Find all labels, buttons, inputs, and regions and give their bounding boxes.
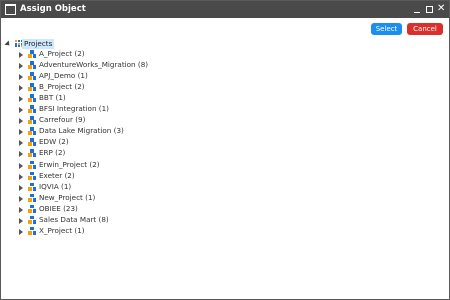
select-button[interactable]: Select — [371, 23, 402, 35]
tree-item[interactable]: IQVIA (1) — [5, 182, 205, 193]
caret-right-icon[interactable] — [19, 118, 23, 125]
caret-right-icon[interactable] — [19, 151, 23, 158]
cancel-button[interactable]: Cancel — [407, 23, 443, 35]
caret-right-icon[interactable] — [19, 140, 23, 147]
title-bar: Assign Object ✕ — [1, 1, 449, 18]
tree-item-label[interactable]: Sales Data Mart (8) — [39, 215, 109, 225]
caret-right-icon[interactable] — [19, 217, 23, 224]
caret-right-icon[interactable] — [19, 206, 23, 213]
project-icon — [28, 72, 36, 81]
tree-item[interactable]: OBIEE (23) — [5, 204, 205, 215]
tree-item-label[interactable]: EDW (2) — [39, 137, 69, 147]
caret-right-icon[interactable] — [19, 162, 23, 169]
tree-item[interactable]: Carrefour (9) — [5, 115, 205, 126]
caret-right-icon[interactable] — [19, 52, 23, 58]
tree-item[interactable]: BFSI Integration (1) — [5, 104, 205, 115]
caret-right-icon[interactable] — [19, 228, 23, 235]
tree-item-label[interactable]: Exeter (2) — [39, 171, 75, 181]
tree-item[interactable]: APJ_Demo (1) — [5, 71, 205, 82]
project-icon — [28, 94, 36, 103]
minimize-icon — [414, 11, 420, 13]
project-icon — [28, 204, 36, 213]
tree-item-label[interactable]: BBT (1) — [39, 93, 66, 103]
caret-expanded-icon[interactable] — [4, 40, 12, 48]
tree-root[interactable]: Projects — [4, 39, 125, 49]
tree-item[interactable]: ERP (2) — [5, 148, 205, 159]
tree-item-label[interactable]: IQVIA (1) — [39, 182, 71, 192]
caret-right-icon[interactable] — [19, 96, 23, 103]
project-icon — [28, 127, 36, 136]
tree-item[interactable]: B_Project (2) — [5, 82, 205, 93]
tree-item-label[interactable]: Erwin_Project (2) — [39, 160, 100, 170]
maximize-icon — [426, 6, 433, 13]
project-icon — [28, 50, 36, 58]
tree-item-label[interactable]: Data Lake Migration (3) — [39, 126, 124, 136]
project-icon — [28, 160, 36, 169]
tree-item-label[interactable]: B_Project (2) — [39, 82, 85, 92]
tree-item-label[interactable]: ERP (2) — [39, 148, 65, 158]
caret-right-icon[interactable] — [19, 107, 23, 114]
project-icon — [28, 215, 36, 224]
project-icon — [28, 149, 36, 158]
caret-right-icon[interactable] — [19, 85, 23, 92]
project-icon — [28, 105, 36, 114]
tree-item[interactable]: EDW (2) — [5, 137, 205, 148]
tree-item[interactable]: Exeter (2) — [5, 171, 205, 182]
project-icon — [28, 116, 36, 125]
caret-right-icon[interactable] — [19, 184, 23, 191]
caret-right-icon[interactable] — [19, 173, 23, 180]
project-icon — [28, 61, 36, 70]
caret-right-icon[interactable] — [19, 195, 23, 202]
tree-root-label[interactable]: Projects — [22, 39, 55, 49]
tree-item[interactable]: Erwin_Project (2) — [5, 160, 205, 171]
assign-object-dialog: Assign Object ✕ Select Cancel Projects A… — [0, 0, 450, 300]
minimize-button[interactable] — [413, 4, 421, 14]
tree-item-label[interactable]: X_Project (1) — [39, 226, 85, 236]
maximize-button[interactable] — [425, 4, 433, 14]
tree-item[interactable]: BBT (1) — [5, 93, 205, 104]
caret-right-icon[interactable] — [19, 63, 23, 70]
tree-item[interactable]: Sales Data Mart (8) — [5, 215, 205, 226]
tree-item-label[interactable]: BFSI Integration (1) — [39, 104, 109, 114]
close-button[interactable]: ✕ — [437, 3, 446, 14]
project-icon — [28, 83, 36, 92]
project-icon — [28, 182, 36, 191]
tree-item-label[interactable]: Carrefour (9) — [39, 115, 85, 125]
tree-item-label[interactable]: OBIEE (23) — [39, 204, 78, 214]
caret-right-icon[interactable] — [19, 74, 23, 81]
project-icon — [28, 226, 36, 235]
tree-item[interactable]: AdventureWorks_Migration (8) — [5, 60, 205, 71]
caret-right-icon[interactable] — [19, 129, 23, 136]
tree-item[interactable]: X_Project (1) — [5, 226, 205, 237]
project-icon — [28, 193, 36, 202]
tree-item[interactable]: Data Lake Migration (3) — [5, 126, 205, 137]
dialog-title: Assign Object — [20, 4, 86, 14]
tree-item[interactable]: New_Project (1) — [5, 193, 205, 204]
window-icon — [5, 4, 16, 15]
tree-item-label[interactable]: New_Project (1) — [39, 193, 95, 203]
window-controls: ✕ — [413, 3, 445, 15]
close-icon: ✕ — [437, 3, 446, 14]
project-icon — [28, 171, 36, 180]
project-icon — [28, 138, 36, 147]
tree-item-label[interactable]: APJ_Demo (1) — [39, 71, 88, 81]
tree-item-label[interactable]: A_Project (2) — [39, 49, 85, 59]
tree-item[interactable]: A_Project (2) — [5, 49, 205, 60]
tree-item-label[interactable]: AdventureWorks_Migration (8) — [39, 60, 148, 70]
